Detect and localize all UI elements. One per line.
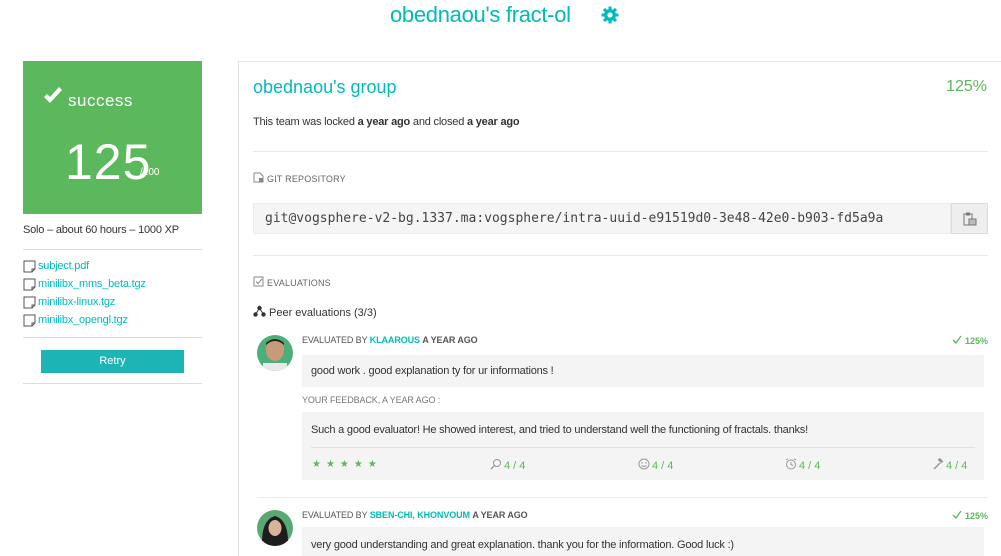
attachment-link[interactable]: minilibx-linux.tgz	[38, 296, 115, 308]
divider	[23, 249, 202, 250]
avatar[interactable]	[257, 335, 293, 371]
evaluation-mark-value: 125%	[964, 336, 988, 346]
rating-value: 4 / 4	[504, 460, 526, 472]
attachment-subject-pdf[interactable]: subject.pdf	[23, 260, 146, 278]
score-max: /100	[140, 167, 160, 178]
evaluated-by-label: EVALUATED BY	[302, 335, 368, 345]
attachment-link[interactable]: minilibx_mms_beta.tgz	[38, 278, 146, 290]
final-score: 125	[65, 134, 152, 190]
check-icon	[42, 85, 64, 107]
divider	[253, 151, 988, 152]
page-header: obednaou's fract-ol	[0, 0, 1001, 34]
copy-button[interactable]	[951, 203, 988, 234]
evaluator-comment: very good understanding and great explan…	[302, 527, 984, 556]
team-final-mark: 125%	[946, 78, 987, 95]
file-icon	[23, 314, 36, 327]
attachment-link[interactable]: minilibx_opengl.tgz	[38, 314, 128, 326]
file-icon	[23, 260, 36, 273]
git-repository-url[interactable]: git@vogsphere-v2-bg.1337.ma:vogsphere/in…	[253, 203, 951, 234]
feedback-ratings: ★★★★★ 4 / 4 4 / 4 4 / 4 4 / 4	[302, 447, 984, 480]
section-label-text: EVALUATIONS	[267, 278, 331, 288]
attachment-minilibx-mms[interactable]: minilibx_mms_beta.tgz	[23, 278, 146, 296]
evaluator-login[interactable]: KLAAROUS	[370, 335, 420, 345]
repository-icon	[253, 172, 264, 183]
locked-text: This team was locked	[253, 116, 355, 128]
attachment-minilibx-linux[interactable]: minilibx-linux.tgz	[23, 296, 146, 314]
attachment-minilibx-opengl[interactable]: minilibx_opengl.tgz	[23, 314, 146, 332]
check-circle-icon	[952, 335, 962, 345]
status-label: success	[44, 87, 133, 111]
divider	[23, 337, 202, 338]
evaluator-login[interactable]: SBEN-CHI, KHONVOUM	[370, 510, 470, 520]
star-rating: ★★★★★	[312, 459, 382, 470]
evaluation-mark: 125%	[952, 510, 988, 521]
attachment-link[interactable]: subject.pdf	[38, 260, 89, 272]
closed-text: and closed	[412, 116, 465, 128]
users-icon	[253, 305, 266, 317]
evaluated-by-label: EVALUATED BY	[302, 510, 368, 520]
rating-nice: 4 / 4	[638, 458, 673, 472]
rating-punctuality: 4 / 4	[785, 458, 820, 472]
file-icon	[23, 296, 36, 309]
page-title: obednaou's fract-ol	[390, 2, 571, 27]
checkbox-icon	[253, 276, 264, 287]
smiley-icon	[638, 458, 650, 470]
project-mark-box: success 125 /100	[23, 61, 202, 214]
check-circle-icon	[952, 510, 962, 520]
rating-value: 4 / 4	[799, 460, 821, 472]
gear-icon[interactable]	[600, 5, 620, 25]
avatar[interactable]	[257, 510, 293, 546]
retry-button[interactable]: Retry	[41, 350, 184, 373]
status-text: success	[68, 91, 133, 110]
magnifier-icon	[490, 459, 501, 470]
rating-rigor: 4 / 4	[932, 457, 968, 472]
peer-evaluations-heading: Peer evaluations (3/3)	[253, 305, 377, 319]
project-meta: Solo – about 60 hours – 1000 XP	[23, 224, 179, 236]
divider	[23, 383, 202, 384]
evaluation-mark: 125%	[952, 335, 988, 346]
locked-when: a year ago	[357, 116, 411, 128]
divider	[311, 447, 975, 448]
attachments-list: subject.pdf minilibx_mms_beta.tgz minili…	[23, 260, 146, 332]
feedback-text: Such a good evaluator! He showed interes…	[302, 412, 984, 448]
your-feedback-label: YOUR FEEDBACK, A YEAR AGO :	[302, 395, 441, 405]
divider	[253, 255, 988, 256]
evaluator-comment: good work . good explanation ty for ur i…	[302, 355, 984, 387]
git-section-label: GIT REPOSITORY	[253, 172, 346, 184]
rating-interest: 4 / 4	[490, 458, 525, 472]
file-icon	[23, 278, 36, 291]
section-label-text: GIT REPOSITORY	[267, 174, 346, 184]
divider	[257, 497, 988, 498]
evaluations-section-label: EVALUATIONS	[253, 276, 331, 288]
peer-label-text: Peer evaluations (3/3)	[269, 307, 377, 319]
team-panel: obednaou's group 125% This team was lock…	[238, 61, 1001, 556]
rating-value: 4 / 4	[652, 460, 674, 472]
evaluation-time: A YEAR AGO	[422, 335, 478, 345]
evaluated-by-line: EVALUATED BY SBEN-CHI, KHONVOUM A YEAR A…	[302, 510, 528, 520]
alarm-clock-icon	[785, 458, 797, 470]
evaluation-time: A YEAR AGO	[472, 510, 528, 520]
closed-when: a year ago	[466, 116, 520, 128]
team-name[interactable]: obednaou's group	[253, 77, 397, 98]
team-lock-status: This team was locked a year ago and clos…	[253, 116, 520, 128]
hammer-icon	[933, 457, 944, 470]
evaluation-mark-value: 125%	[964, 511, 988, 521]
evaluated-by-line: EVALUATED BY KLAAROUS A YEAR AGO	[302, 335, 478, 345]
rating-value: 4 / 4	[946, 460, 968, 472]
